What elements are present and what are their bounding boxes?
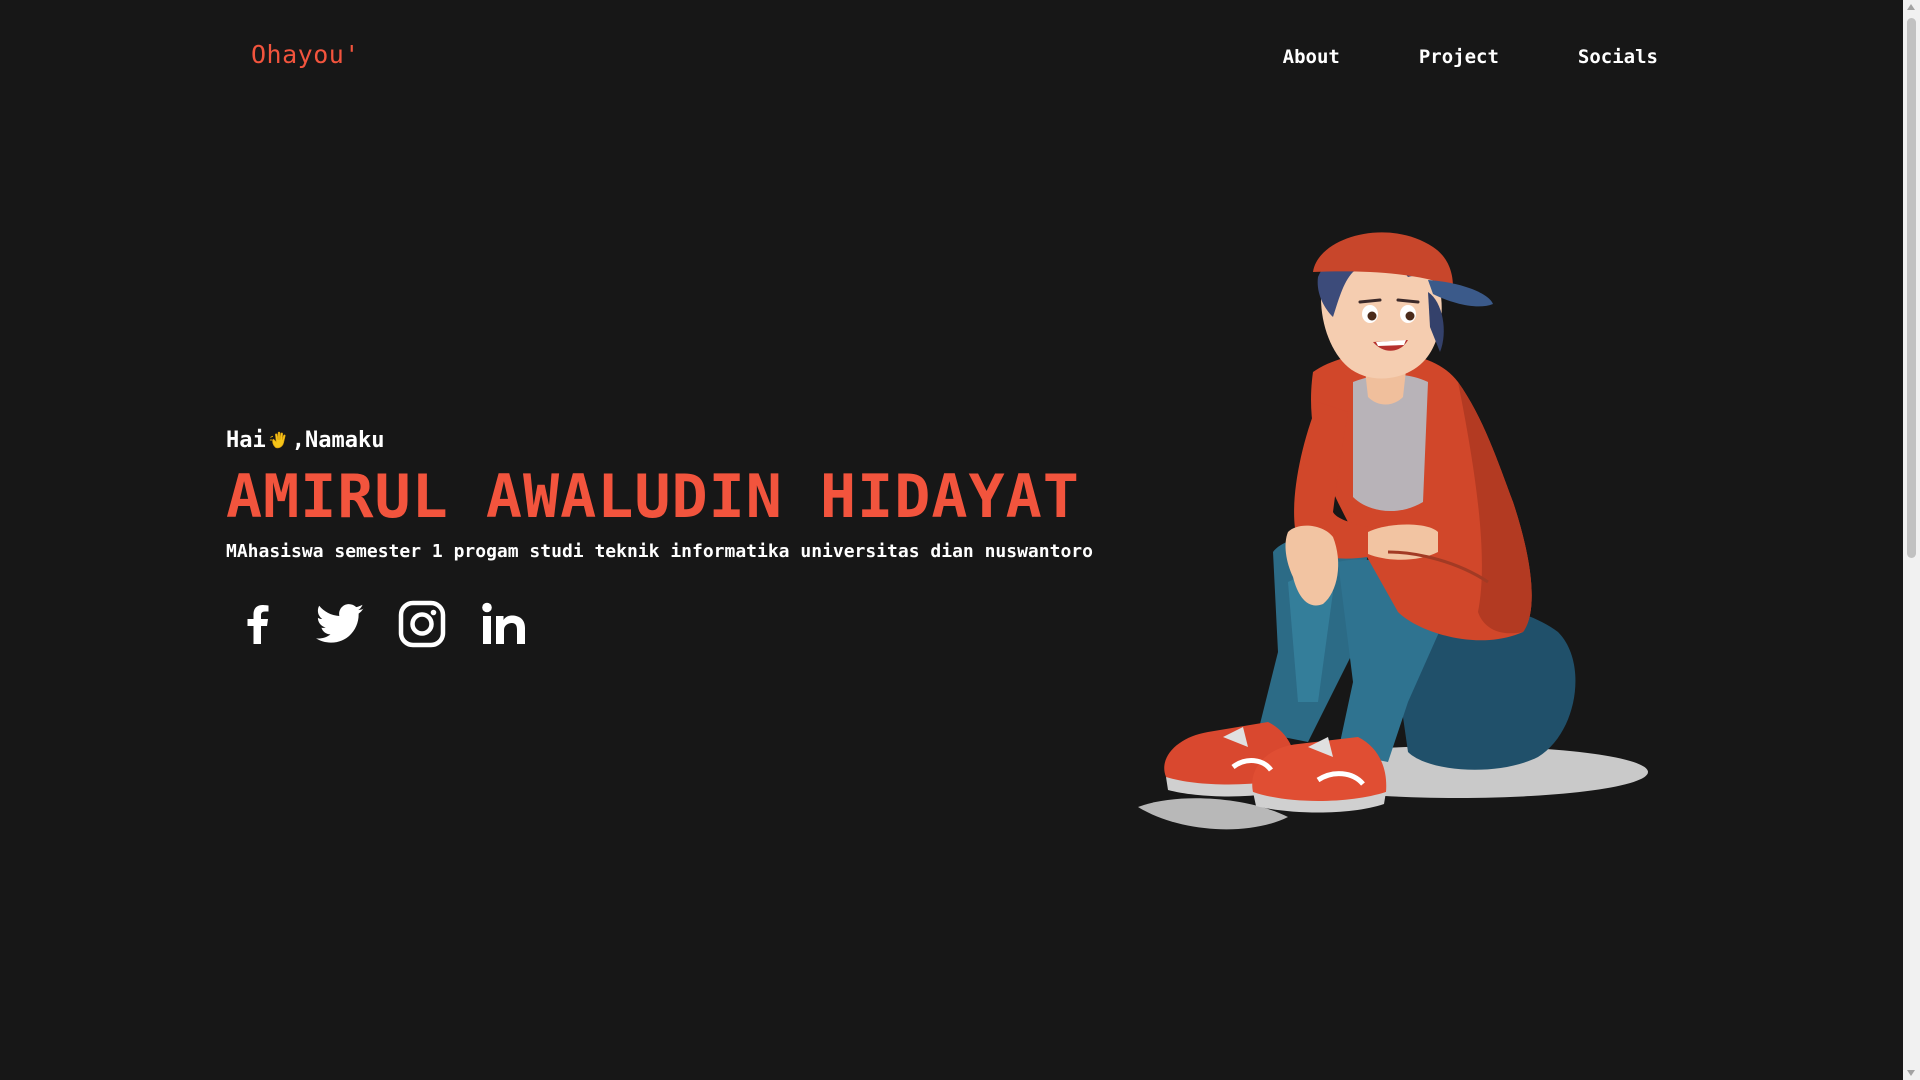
scroll-down-arrow-icon[interactable] xyxy=(1907,1070,1915,1076)
hero-name: AMIRUL AWALUDIN HIDAYAT xyxy=(226,462,1080,532)
instagram-icon xyxy=(398,600,446,648)
logo-link[interactable]: Ohayou' xyxy=(251,40,360,69)
hero-section: Hai ,Namaku AMIRUL AWALUDIN HIDAYAT MAha… xyxy=(226,425,1093,563)
nav-project-link[interactable]: Project xyxy=(1419,46,1499,68)
facebook-link[interactable] xyxy=(232,598,284,650)
greeting-text: Hai xyxy=(226,427,266,453)
vertical-scrollbar[interactable] xyxy=(1903,0,1920,1080)
nav-about-link[interactable]: About xyxy=(1283,46,1340,68)
instagram-link[interactable] xyxy=(396,598,448,650)
greeting-suffix: ,Namaku xyxy=(291,427,385,453)
linkedin-link[interactable] xyxy=(478,598,530,650)
hero-subtitle: MAhasiswa semester 1 progam studi teknik… xyxy=(226,541,1093,562)
main-nav: About Project Socials xyxy=(1283,46,1658,68)
boy-illustration xyxy=(1138,232,1648,830)
nav-socials-link[interactable]: Socials xyxy=(1578,46,1658,68)
scroll-thumb[interactable] xyxy=(1907,18,1916,558)
waving-hand-icon xyxy=(268,429,290,451)
twitter-icon xyxy=(315,604,364,643)
social-links xyxy=(232,598,530,650)
linkedin-icon xyxy=(482,602,525,644)
facebook-icon xyxy=(247,605,269,644)
page: Ohayou' About Project Socials Hai ,Namak… xyxy=(0,0,1920,1080)
twitter-link[interactable] xyxy=(314,598,366,650)
greeting: Hai ,Namaku xyxy=(226,425,1093,455)
scroll-up-arrow-icon[interactable] xyxy=(1907,4,1915,10)
